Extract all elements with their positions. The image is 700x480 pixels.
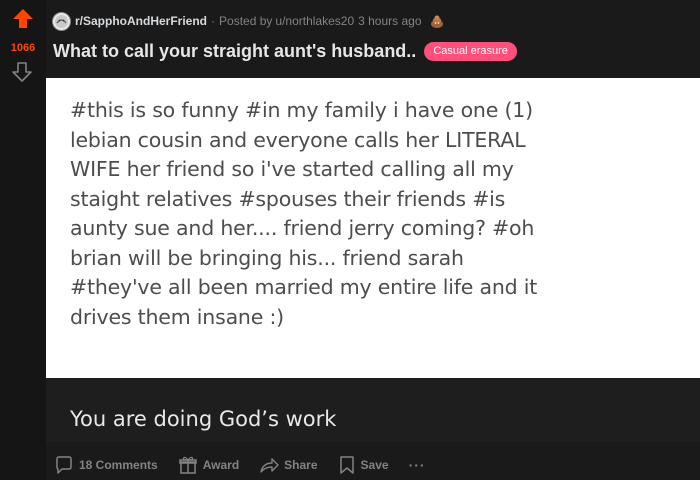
post-card: 1066 r/SapphoAndHerFriend · Posted by u/… xyxy=(0,0,700,480)
save-label: Save xyxy=(360,458,389,472)
subreddit-avatar[interactable] xyxy=(52,11,71,31)
share-arrow-icon xyxy=(260,458,279,473)
bookmark-icon xyxy=(339,456,354,474)
more-options-button[interactable]: ··· xyxy=(409,457,426,473)
tumblr-line: #they've all been married my entire life… xyxy=(70,275,538,299)
posted-by-label: Posted by xyxy=(219,14,273,28)
image-comment-strip: You are doing God’s work xyxy=(46,378,700,442)
share-label: Share xyxy=(284,458,318,472)
subreddit-link[interactable]: r/SapphoAndHerFriend xyxy=(75,14,207,28)
post-title[interactable]: What to call your straight aunt's husban… xyxy=(53,41,416,62)
award-badge-icon[interactable] xyxy=(429,13,445,29)
image-comment-text: You are doing God’s work xyxy=(70,407,337,431)
tumblr-line: staight relatives #spouses their friends… xyxy=(70,186,506,211)
post-meta: r/SapphoAndHerFriend · Posted by u/north… xyxy=(52,10,445,32)
subreddit-avatar-icon xyxy=(55,14,68,28)
tumblr-line: aunty sue and her.... friend jerry comin… xyxy=(70,216,535,240)
vote-column: 1066 xyxy=(0,0,46,480)
tumblr-line: #this is so funny #in my family i have o… xyxy=(70,98,533,122)
save-button[interactable]: Save xyxy=(338,455,389,475)
author-link[interactable]: u/northlakes20 xyxy=(275,14,354,28)
post-action-bar: 18 Comments Award Share Save ··· xyxy=(54,452,426,478)
share-button[interactable]: Share xyxy=(259,455,318,475)
upvote-arrow-icon[interactable] xyxy=(12,8,34,30)
post-title-row: What to call your straight aunt's husban… xyxy=(53,41,517,62)
award-button[interactable]: Award xyxy=(178,455,239,475)
comments-button[interactable]: 18 Comments xyxy=(54,455,158,475)
downvote-arrow-icon[interactable] xyxy=(11,61,33,83)
meta-separator: · xyxy=(211,14,216,28)
post-flair[interactable]: Casual erasure xyxy=(424,42,517,61)
comments-label: 18 Comments xyxy=(79,458,158,472)
tumblr-post-text: #this is so funny #in my family i have o… xyxy=(70,96,670,332)
comment-bubble-icon xyxy=(56,456,72,474)
tumblr-line: WIFE her friend so i've started calling … xyxy=(70,157,514,181)
vote-score: 1066 xyxy=(10,42,36,54)
tumblr-line: drives them insane :) xyxy=(70,304,284,329)
award-label: Award xyxy=(202,458,240,472)
post-image[interactable]: #this is so funny #in my family i have o… xyxy=(46,78,700,378)
gift-icon xyxy=(178,456,197,474)
tumblr-line: lebian cousin and everyone calls her LIT… xyxy=(70,127,526,152)
tumblr-line: brian will be bringing his... friend sar… xyxy=(70,245,464,270)
post-timestamp: 3 hours ago xyxy=(358,14,422,28)
